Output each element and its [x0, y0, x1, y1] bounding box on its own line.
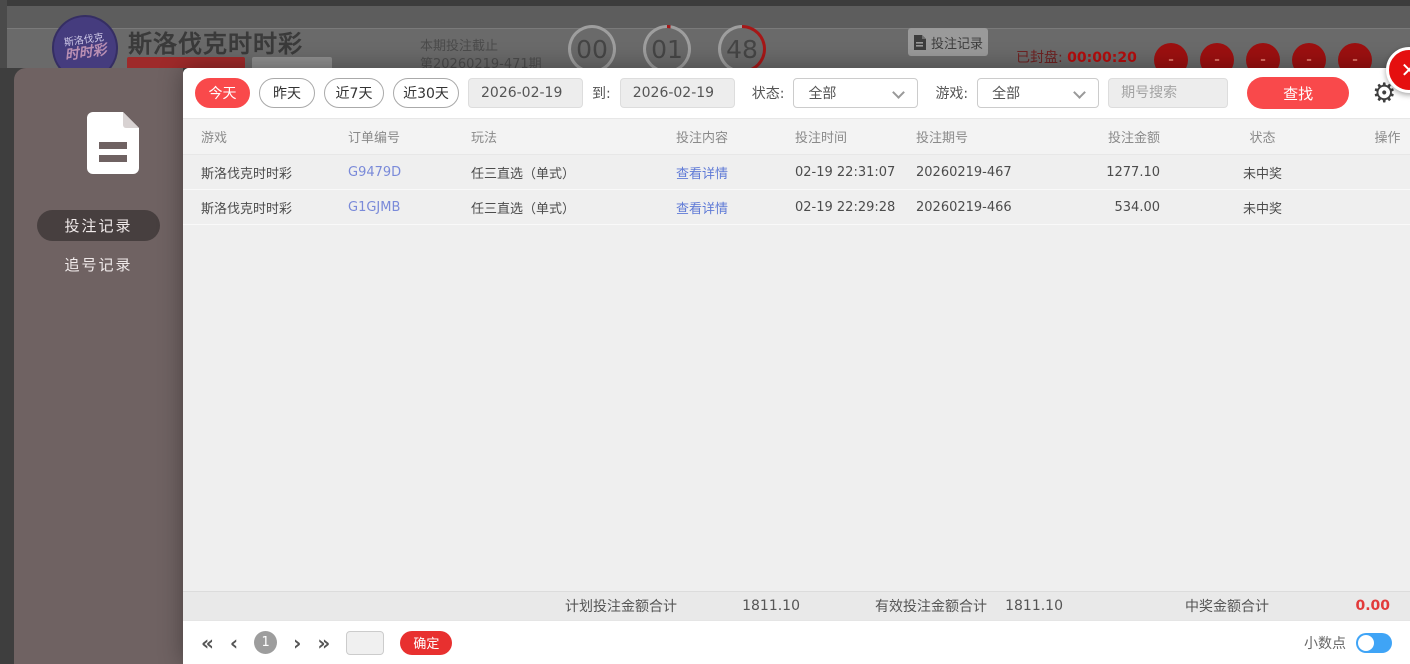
col-amount: 投注金额: [1107, 131, 1160, 146]
cell-time: 02-19 22:31:07: [795, 164, 896, 180]
result-ball: -: [1154, 43, 1188, 68]
countdown-hours-value: 00: [576, 34, 608, 64]
cell-issue: 20260219-466: [916, 199, 1012, 215]
prev-page-button[interactable]: ‹: [230, 633, 238, 653]
game-select-value: 全部: [992, 86, 1021, 102]
col-action: 操作: [1374, 131, 1401, 146]
win-total-label: 中奖金额合计: [1185, 599, 1269, 615]
cell-game: 斯洛伐克时时彩: [201, 201, 293, 217]
table-row: 斯洛伐克时时彩 G9479D 任三直选（单式） 查看详情 02-19 22:31…: [183, 155, 1410, 190]
cell-amount: 534.00: [1114, 199, 1161, 215]
document-icon: [913, 34, 926, 50]
sealed-status: 已封盘: 00:00:20: [1016, 47, 1137, 67]
countdown-minutes: 01: [643, 25, 691, 68]
cell-amount: 1277.10: [1106, 164, 1160, 180]
decimal-toggle-group: 小数点: [1304, 632, 1392, 653]
records-sidebar: 投注记录 追号记录: [14, 68, 183, 664]
filter-30days-button[interactable]: 近30天: [393, 78, 459, 108]
left-edge: [0, 0, 7, 68]
table-body: 斯洛伐克时时彩 G9479D 任三直选（单式） 查看详情 02-19 22:31…: [183, 155, 1410, 591]
status-select[interactable]: 全部: [793, 78, 919, 108]
bet-records-modal: 今天 昨天 近7天 近30天 到: 状态: 全部 游戏: 全部 查找 ⚙ 游戏 …: [183, 68, 1410, 664]
deadline-block: 本期投注截止 第20260219-471期: [420, 38, 542, 68]
page-confirm-button[interactable]: 确定: [400, 630, 453, 655]
next-page-button[interactable]: ›: [293, 633, 301, 653]
secondary-button-stub[interactable]: [252, 57, 332, 68]
issue-search-input[interactable]: [1108, 78, 1229, 108]
app: 斯洛伐克 时时彩 斯洛伐克时时彩 本期投注截止 第20260219-471期 0…: [0, 0, 1410, 664]
totals-row: 计划投注金额合计 1811.10 有效投注金额合计 1811.10 中奖金额合计…: [183, 591, 1410, 620]
planned-total-value: 1811.10: [742, 598, 800, 614]
valid-total-label: 有效投注金额合计: [875, 599, 987, 615]
pagination-bar: « ‹ 1 › » 确定 小数点: [183, 620, 1410, 664]
date-from-input[interactable]: [468, 78, 583, 108]
status-select-value: 全部: [808, 86, 837, 102]
chevron-down-icon: [1073, 86, 1087, 99]
col-status: 状态: [1249, 131, 1276, 146]
countdown-seconds-value: 48: [726, 34, 758, 64]
col-order-id: 订单编号: [348, 131, 401, 146]
cell-play: 任三直选（单式）: [471, 166, 576, 182]
view-details-link[interactable]: 查看详情: [676, 163, 795, 182]
top-header: 斯洛伐克 时时彩 斯洛伐克时时彩 本期投注截止 第20260219-471期 0…: [0, 0, 1410, 68]
official-site-button-stub[interactable]: [127, 57, 245, 68]
cell-issue: 20260219-467: [916, 164, 1012, 180]
col-content: 投注内容: [676, 131, 729, 146]
game-select[interactable]: 全部: [977, 78, 1100, 108]
order-id-link[interactable]: G9479D: [348, 165, 471, 180]
records-document-icon: [87, 112, 139, 174]
table-row: 斯洛伐克时时彩 G1GJMB 任三直选（单式） 查看详情 02-19 22:29…: [183, 190, 1410, 225]
countdown-seconds: 48: [718, 25, 766, 68]
sidebar-item-label: 投注记录: [64, 217, 133, 235]
result-ball: -: [1292, 43, 1326, 68]
sidebar-item-chase-records[interactable]: 追号记录: [37, 249, 160, 280]
issue-label: 第20260219-471期: [420, 57, 542, 68]
sidebar-item-label: 追号记录: [64, 256, 133, 274]
status-label: 状态:: [751, 86, 785, 102]
page-title: 斯洛伐克时时彩: [128, 30, 303, 58]
countdown-hours: 00: [568, 25, 616, 68]
col-game: 游戏: [201, 131, 228, 146]
order-id-link[interactable]: G1GJMB: [348, 200, 471, 215]
col-play: 玩法: [471, 131, 498, 146]
planned-total-label: 计划投注金额合计: [565, 599, 677, 615]
first-page-button[interactable]: «: [201, 633, 214, 653]
valid-total-value: 1811.10: [1005, 598, 1063, 614]
filter-yesterday-button[interactable]: 昨天: [259, 78, 315, 108]
search-button[interactable]: 查找: [1247, 77, 1350, 109]
chevron-down-icon: [892, 86, 906, 99]
view-details-link[interactable]: 查看详情: [676, 198, 795, 217]
filter-bar: 今天 昨天 近7天 近30天 到: 状态: 全部 游戏: 全部 查找 ⚙: [183, 68, 1410, 118]
deadline-label: 本期投注截止: [420, 39, 499, 54]
filter-7days-button[interactable]: 近7天: [324, 78, 384, 108]
win-total-value: 0.00: [1355, 598, 1390, 614]
sealed-time: 00:00:20: [1067, 50, 1137, 66]
game-label: 游戏:: [935, 86, 969, 102]
cell-time: 02-19 22:29:28: [795, 199, 896, 215]
sidebar-item-bet-records[interactable]: 投注记录: [37, 210, 160, 241]
col-time: 投注时间: [795, 131, 848, 146]
cell-game: 斯洛伐克时时彩: [201, 166, 293, 182]
table-header: 游戏 订单编号 玩法 投注内容 投注时间 投注期号 投注金额 状态 操作: [183, 118, 1410, 155]
sealed-label: 已封盘:: [1016, 50, 1063, 66]
date-to-input[interactable]: [619, 78, 735, 108]
cell-status: 未中奖: [1242, 166, 1282, 182]
decimal-label: 小数点: [1304, 635, 1346, 652]
countdown-minutes-value: 01: [651, 34, 683, 64]
decimal-toggle[interactable]: [1356, 632, 1392, 653]
result-ball: -: [1200, 43, 1234, 68]
bet-record-button[interactable]: 投注记录: [908, 28, 988, 56]
last-page-button[interactable]: »: [317, 633, 330, 653]
filter-today-button[interactable]: 今天: [195, 78, 250, 108]
toggle-knob: [1358, 634, 1374, 651]
result-ball: -: [1338, 43, 1372, 68]
bet-record-button-label: 投注记录: [930, 36, 983, 52]
to-label: 到:: [592, 86, 611, 102]
current-page-badge[interactable]: 1: [254, 631, 278, 654]
col-issue: 投注期号: [916, 131, 969, 146]
result-ball: -: [1246, 43, 1280, 68]
cell-play: 任三直选（单式）: [471, 201, 576, 217]
cell-status: 未中奖: [1242, 201, 1282, 217]
page-number-input[interactable]: [346, 630, 385, 655]
